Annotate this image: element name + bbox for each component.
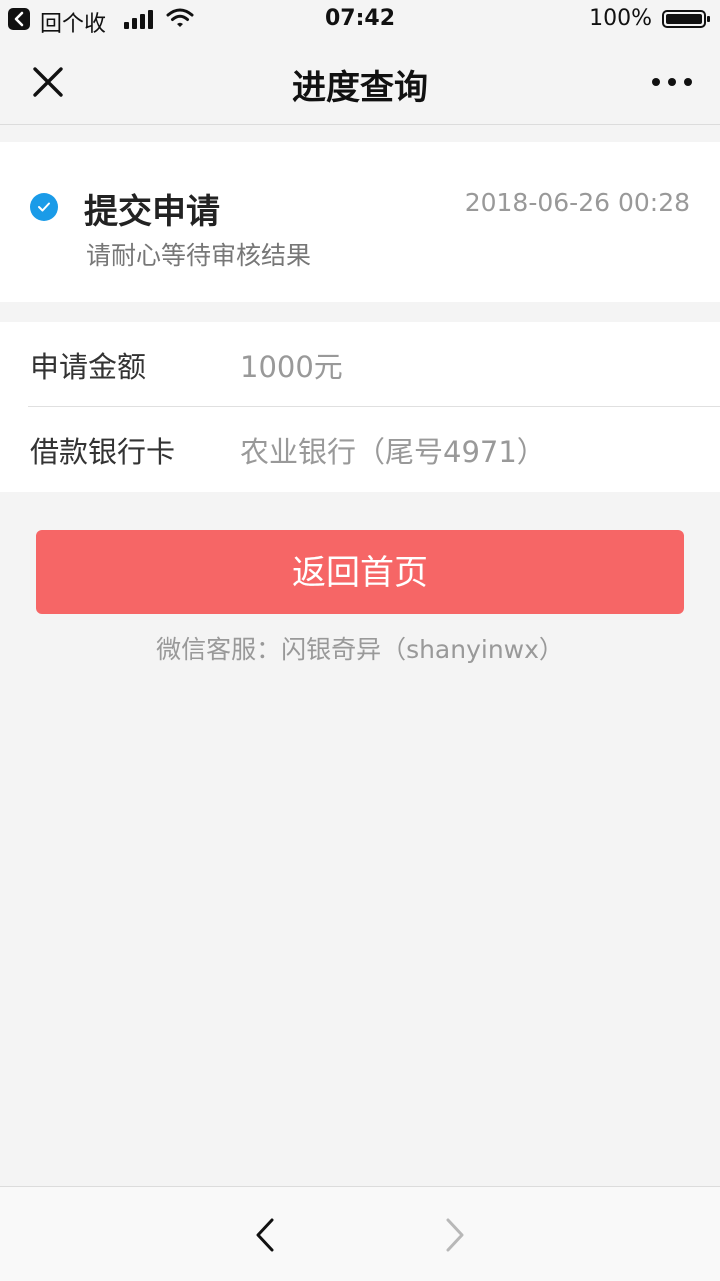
status-bar: 回个收 07:42 100% [0,0,720,40]
info-row-amount: 申请金额 1000元 [0,322,720,407]
return-home-button[interactable]: 返回首页 [36,530,684,614]
loan-info-list: 申请金额 1000元 借款银行卡 农业银行（尾号4971） [0,322,720,492]
chevron-right-icon[interactable] [440,1215,470,1255]
info-value: 1000元 [240,350,343,384]
page-title: 进度查询 [292,68,428,108]
more-icon[interactable] [652,78,692,86]
info-row-bank-card: 借款银行卡 农业银行（尾号4971） [0,407,720,492]
status-title: 提交申请 [84,192,220,232]
chevron-left-icon[interactable] [250,1215,280,1255]
info-label: 借款银行卡 [30,435,176,469]
nav-bar: 进度查询 [0,40,720,125]
customer-service-text: 微信客服：闪银奇异（shanyinwx） [156,635,564,664]
battery-icon [662,10,710,28]
info-label: 申请金额 [30,350,147,384]
status-timestamp: 2018-06-26 00:28 [464,188,690,217]
info-value: 农业银行（尾号4971） [240,435,546,469]
browser-toolbar [0,1186,720,1281]
progress-status-card: 提交申请 2018-06-26 00:28 请耐心等待审核结果 [0,142,720,302]
battery-percent: 100% [589,6,652,31]
check-circle-icon [30,193,58,221]
status-subtitle: 请耐心等待审核结果 [86,241,312,270]
